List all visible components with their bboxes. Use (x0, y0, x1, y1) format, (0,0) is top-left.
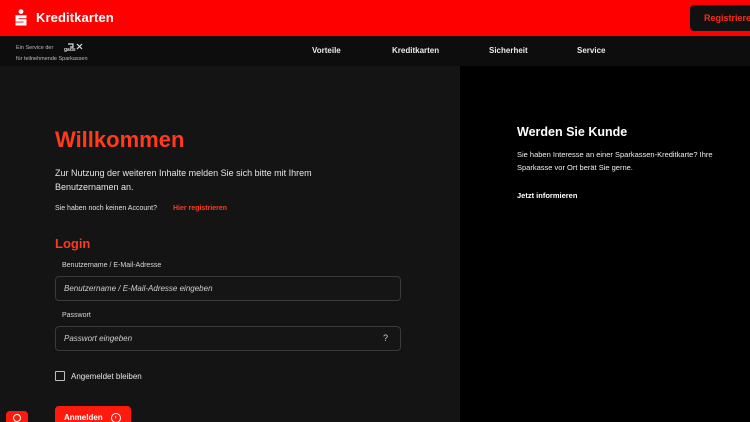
register-link[interactable]: Hier registrieren (173, 205, 227, 212)
nav-item-service[interactable]: Service (577, 46, 605, 55)
register-button[interactable]: Registrieren (690, 5, 750, 31)
intro-text: Zur Nutzung der weiteren Inhalte melden … (55, 168, 312, 192)
service-provider-text: Ein Service der (16, 45, 54, 51)
promo-link[interactable]: Jetzt informieren (517, 191, 577, 200)
login-button[interactable]: Anmelden › (55, 406, 131, 422)
brand-logo[interactable]: Kreditkarten (14, 9, 114, 26)
password-label: Passwort (62, 312, 91, 319)
sparkasse-s-icon (14, 9, 28, 26)
remember-me-label[interactable]: Angemeldet bleiben (71, 372, 142, 381)
remember-me-checkbox[interactable] (55, 371, 65, 381)
nav-item-kreditkarten[interactable]: Kreditkarten (392, 46, 439, 55)
gads-logo-text: gads (64, 47, 76, 53)
password-input[interactable] (55, 326, 401, 351)
login-title: Login (55, 236, 91, 251)
username-input[interactable] (55, 276, 401, 301)
brand-name: Kreditkarten (36, 10, 114, 25)
login-button-label: Anmelden (64, 413, 103, 422)
promo-text: Sie haben Interesse an einer Sparkassen-… (517, 150, 713, 172)
username-label: Benutzername / E-Mail-Adresse (62, 262, 162, 269)
promo-title: Werden Sie Kunde (517, 125, 628, 139)
nav-item-vorteile[interactable]: Vorteile (312, 46, 341, 55)
page-title: Willkommen (55, 127, 185, 152)
service-provider-subtext: für teilnehmende Sparkassen (16, 56, 88, 62)
arrow-right-circle-icon: › (110, 413, 121, 422)
accessibility-icon[interactable] (6, 411, 28, 422)
navigation-bar: Ein Service der gads für teilnehmende Sp… (0, 36, 750, 66)
help-icon[interactable]: ? (383, 333, 388, 343)
no-account-text: Sie haben noch keinen Account? (55, 205, 157, 212)
top-bar: Kreditkarten Registrieren (0, 0, 750, 36)
nav-item-sicherheit[interactable]: Sicherheit (489, 46, 528, 55)
promo-panel (460, 66, 750, 422)
